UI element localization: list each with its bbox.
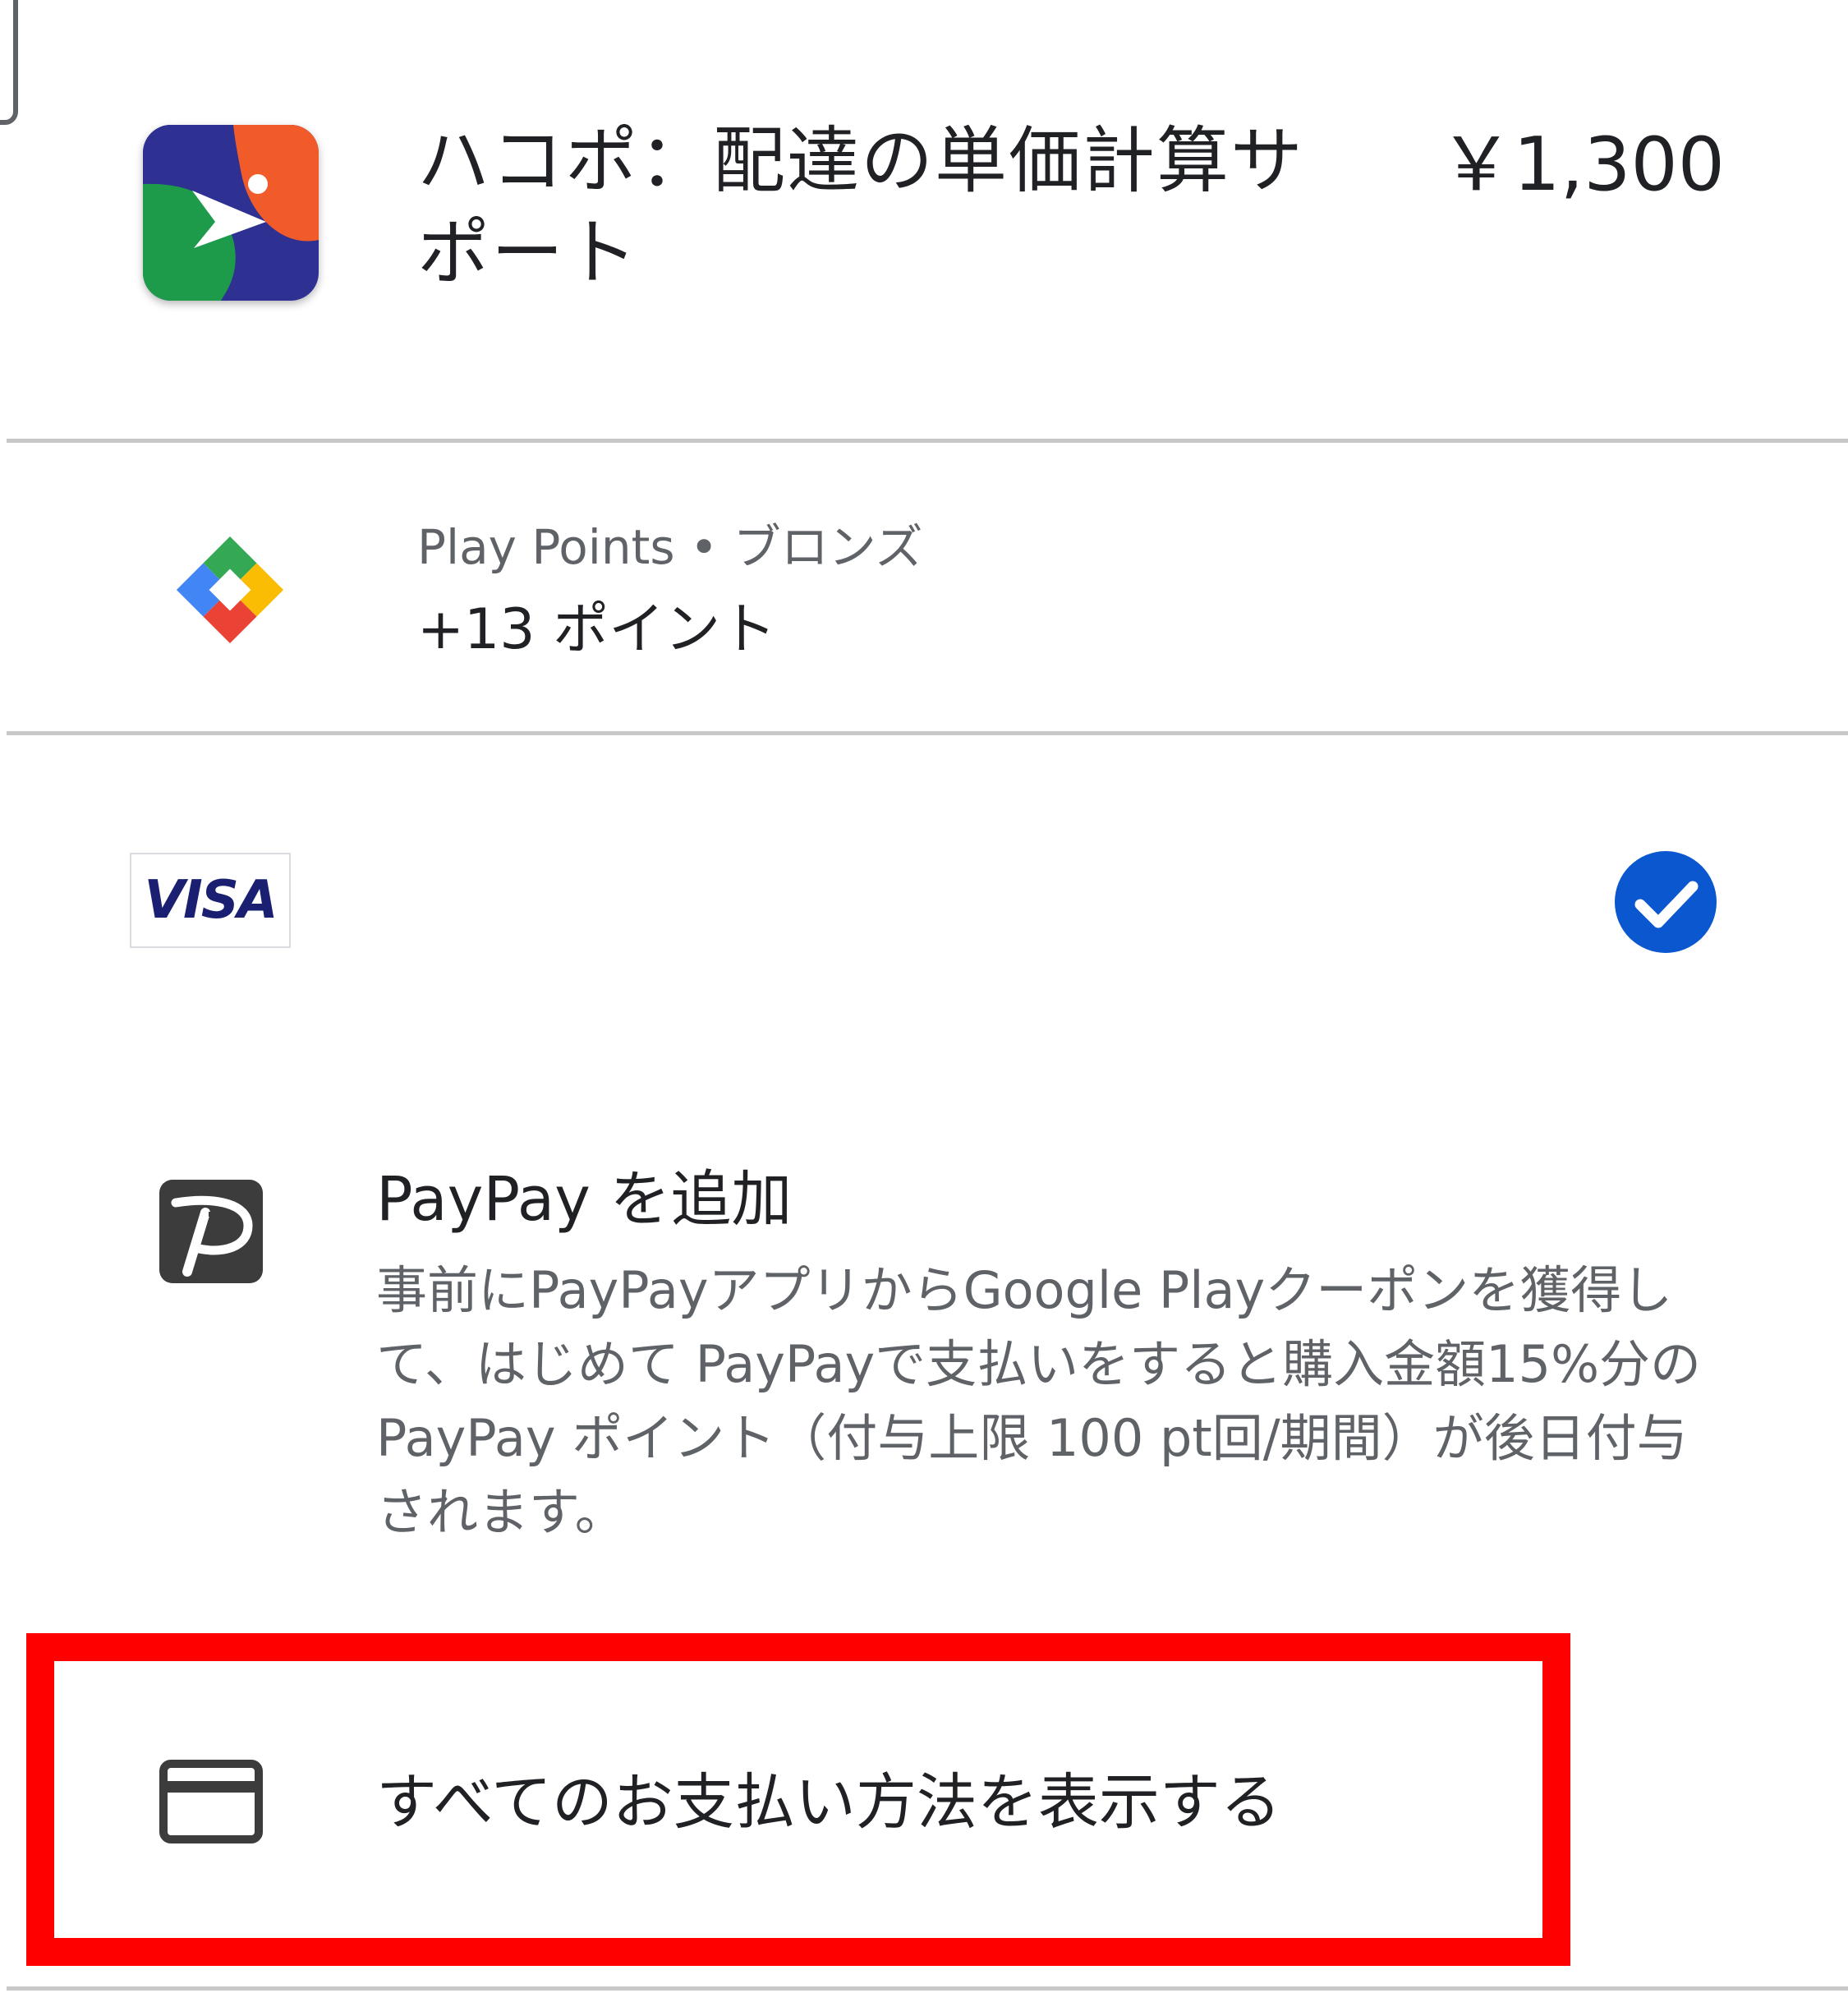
purchase-sheet: ハコポ：配達の単価計算サポート ￥1,300 Play Points • ブロン…: [0, 0, 1848, 1993]
paypay-add-button[interactable]: PayPay を追加: [376, 1158, 792, 1240]
divider: [7, 731, 1848, 735]
credit-card-icon: [159, 1760, 263, 1843]
app-price: ￥1,300: [1439, 122, 1725, 208]
paypay-icon: [159, 1180, 263, 1283]
divider: [7, 439, 1848, 443]
show-all-payment-methods-label: すべてのお支払い方法を表示する: [376, 1767, 1281, 1838]
screen-edge: [0, 0, 18, 125]
visa-logo: VISA: [144, 870, 278, 931]
paypay-description: 事前にPayPayアプリからGoogle Playクーポンを獲得して、はじめて …: [376, 1260, 1701, 1542]
app-title: ハコポ：配達の単価計算サポート: [417, 118, 1305, 295]
divider: [7, 1986, 1848, 1991]
play-points-icon: [172, 532, 287, 647]
play-points-tier: Play Points • ブロンズ: [417, 519, 923, 575]
selected-check-icon: [1614, 850, 1717, 954]
app-icon: [143, 125, 319, 301]
visa-payment-option[interactable]: VISA: [130, 853, 291, 948]
play-points-earned: +13 ポイント: [417, 597, 777, 662]
